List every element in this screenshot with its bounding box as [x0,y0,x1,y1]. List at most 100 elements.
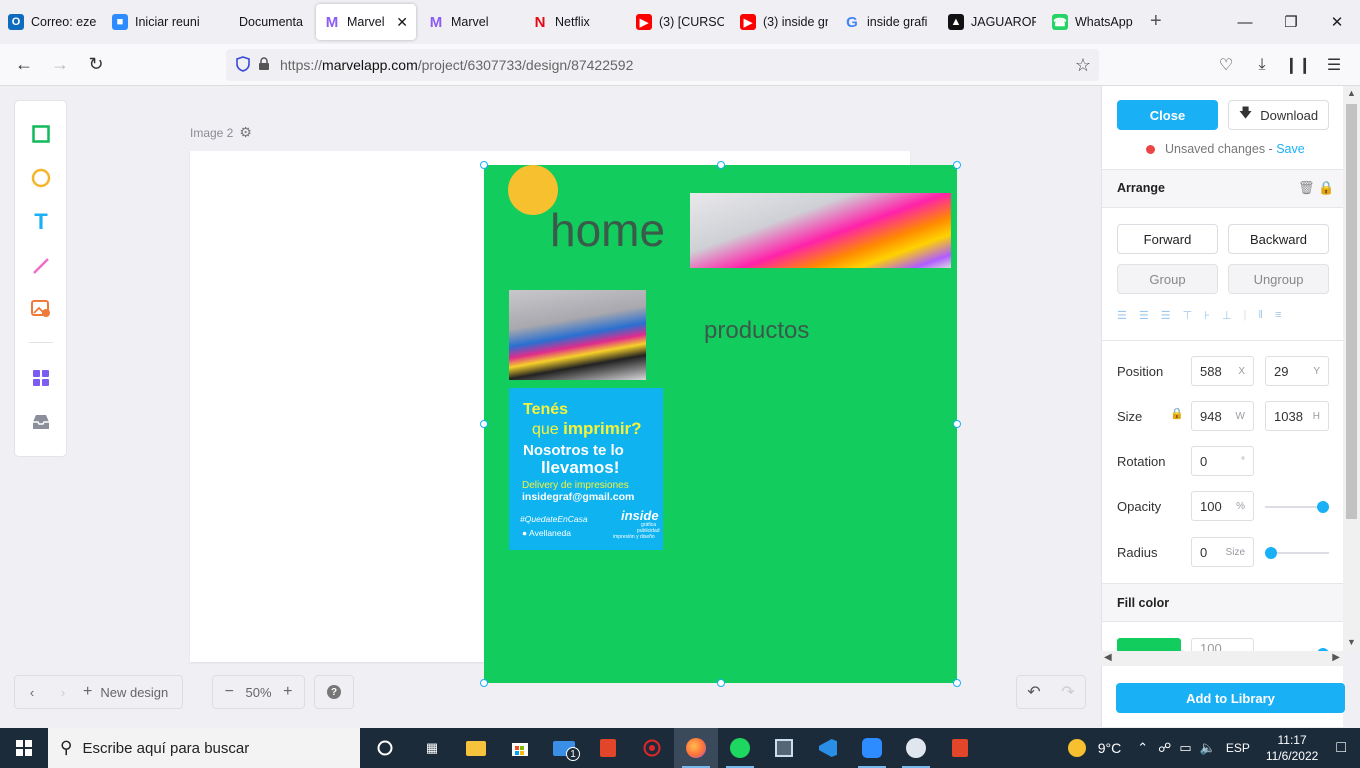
fill-opacity-field[interactable]: 100 [1191,638,1254,651]
resize-handle-bl[interactable] [480,679,488,687]
undo-icon[interactable]: ↶ [1017,682,1051,702]
office-app-icon[interactable] [938,728,982,768]
text-tool-icon[interactable]: T [29,209,53,234]
resize-handle-b[interactable] [717,679,725,687]
browser-tab[interactable]: ■ Iniciar reuni [104,4,208,40]
browser-tab[interactable]: ▶ (3) inside gr [732,4,836,40]
menu-icon[interactable]: ☰ [1316,49,1352,81]
next-design-icon[interactable]: › [49,685,77,700]
panel-vertical-scrollbar[interactable]: ▲ ▼ [1343,86,1360,651]
opacity-field[interactable]: 100% [1191,491,1254,521]
battery-icon[interactable]: ▭ [1179,740,1191,756]
taskbar-search[interactable]: ⚲ Escribe aquí para buscar [48,728,360,768]
resize-handle-r[interactable] [953,420,961,428]
resize-handle-tl[interactable] [480,161,488,169]
position-y-field[interactable]: 29 Y [1265,356,1329,386]
scroll-right-icon[interactable]: ▶ [1332,652,1340,663]
notifications-icon[interactable]: □ [1336,739,1346,757]
backward-button[interactable]: Backward [1228,224,1329,254]
radius-slider-knob[interactable] [1265,547,1277,559]
resize-handle-tr[interactable] [953,161,961,169]
align-top-icon[interactable]: ⊤ [1183,309,1193,322]
file-explorer-icon[interactable] [454,728,498,768]
browser-tab[interactable]: N Netflix [524,4,628,40]
forward-icon[interactable]: → [42,49,78,81]
distribute-h-icon[interactable]: ‖ [1258,309,1263,322]
poster-image[interactable]: Tenés que imprimir? Nosotros te lo lleva… [509,388,663,550]
antivirus-icon[interactable] [630,728,674,768]
task-view-icon[interactable]: ▦ [410,728,454,768]
lock-icon[interactable] [258,56,270,74]
opacity-slider-knob[interactable] [1317,501,1329,513]
zoom-taskbar-icon[interactable] [850,728,894,768]
position-x-field[interactable]: 588 X [1191,356,1254,386]
align-right-icon[interactable]: ☰ [1161,309,1171,322]
language-indicator[interactable]: ESP [1226,741,1250,755]
align-center-h-icon[interactable]: ☰ [1139,309,1149,322]
group-button[interactable]: Group [1117,264,1218,294]
line-tool-icon[interactable] [29,254,53,278]
align-bottom-icon[interactable]: ⊥ [1222,309,1232,322]
close-window-icon[interactable]: ✕ [1314,0,1360,44]
download-button[interactable]: 🡇 Download [1228,100,1329,130]
aspect-lock-icon[interactable]: 🔒 [1170,407,1184,420]
reload-icon[interactable]: ↻ [78,49,114,81]
browser-tab[interactable]: M Marvel ✕ [316,4,416,40]
selected-green-rectangle[interactable]: home productos Tenés que imprimir? Nosot… [484,165,957,683]
productos-text[interactable]: productos [704,317,809,345]
bookmark-star-icon[interactable]: ☆ [1075,55,1091,76]
artboard-label[interactable]: Image 2 ⚙ [190,124,252,141]
splash-image[interactable] [690,193,951,268]
redo-icon[interactable]: ↷ [1051,682,1085,702]
close-tab-icon[interactable]: ✕ [396,14,408,31]
resize-handle-br[interactable] [953,679,961,687]
volume-icon[interactable]: 🔈 [1200,740,1216,756]
ungroup-button[interactable]: Ungroup [1228,264,1329,294]
mail-icon[interactable]: 1 [542,728,586,768]
browser-tab[interactable]: M Marvel [420,4,524,40]
network-icon[interactable]: ☍ [1158,740,1171,756]
resize-handle-l[interactable] [480,420,488,428]
scroll-down-icon[interactable]: ▼ [1347,637,1356,647]
trash-icon[interactable]: 🗑 [1298,180,1315,196]
height-field[interactable]: 1038 H [1265,401,1329,431]
zoom-out-icon[interactable]: − [213,683,245,701]
weather-widget[interactable]: 9°C [1067,739,1121,757]
shield-icon[interactable] [236,55,250,75]
back-icon[interactable]: ← [6,49,42,81]
circle-tool-icon[interactable] [29,166,53,190]
printer-image[interactable] [509,290,646,380]
plus-icon[interactable]: + [83,683,92,701]
steam-icon[interactable] [894,728,938,768]
resize-handle-t[interactable] [717,161,725,169]
qr-app-icon[interactable] [762,728,806,768]
browser-tab[interactable]: Ginside grafi [836,4,940,40]
browser-tab[interactable]: ☎ WhatsApp [1044,4,1148,40]
browser-tab[interactable]: O Correo: eze [0,4,104,40]
rotation-field[interactable]: 0 ° [1191,446,1254,476]
inbox-icon[interactable] [29,410,53,434]
lock-icon[interactable]: 🔒 [1318,180,1334,196]
new-design-button[interactable]: New design [100,685,168,700]
align-left-icon[interactable]: ☰ [1117,309,1127,322]
zoom-in-icon[interactable]: + [272,683,304,701]
cortana-icon[interactable] [360,728,410,768]
rectangle-tool-icon[interactable] [29,122,53,146]
prev-design-icon[interactable]: ‹ [15,685,49,700]
spotify-icon[interactable] [718,728,762,768]
image-tool-icon[interactable] [29,297,53,321]
width-field[interactable]: 948 W [1191,401,1254,431]
pocket-icon[interactable]: ♡ [1208,49,1244,81]
browser-tab[interactable]: Documenta [208,4,312,40]
firefox-taskbar-icon[interactable] [674,728,718,768]
new-tab-icon[interactable]: + [1150,10,1162,33]
add-to-library-button[interactable]: Add to Library [1116,683,1345,713]
save-link[interactable]: Save [1276,142,1305,156]
home-text[interactable]: home [550,203,665,257]
scrollbar-thumb[interactable] [1346,104,1357,519]
url-bar[interactable]: https://marvelapp.com/project/6307733/de… [226,49,1099,81]
components-icon[interactable] [29,366,53,390]
zoom-level[interactable]: 50% [245,685,271,700]
vscode-icon[interactable] [806,728,850,768]
help-button[interactable]: ? [314,675,354,709]
